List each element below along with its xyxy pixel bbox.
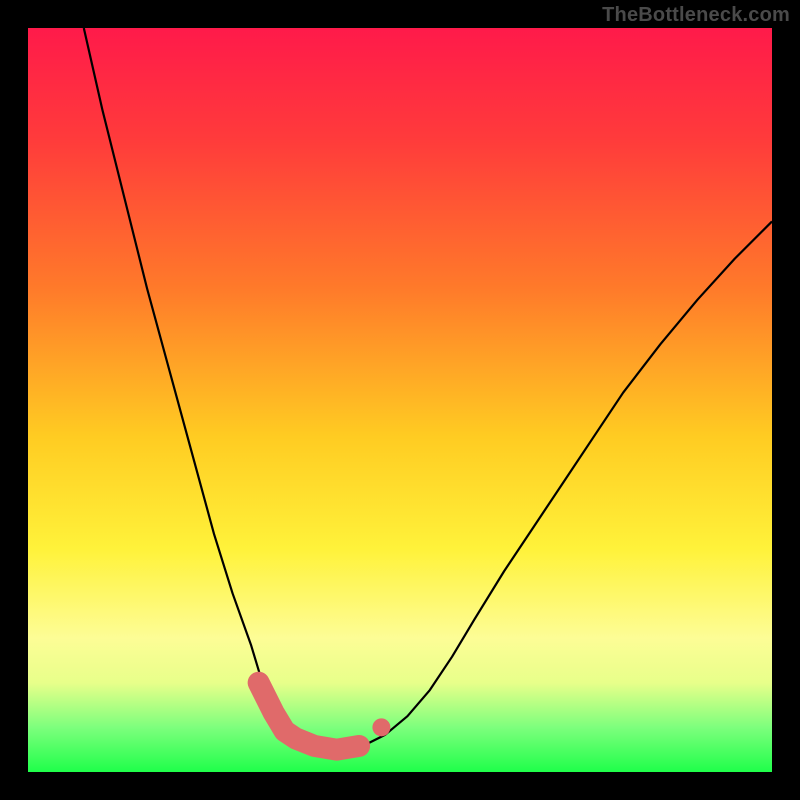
highlight-dot [372, 718, 390, 736]
plot-area [28, 28, 772, 772]
highlight-segment [259, 683, 359, 750]
curve-line [84, 28, 772, 750]
chart-svg [28, 28, 772, 772]
chart-frame: TheBottleneck.com [0, 0, 800, 800]
watermark-text: TheBottleneck.com [602, 4, 790, 27]
